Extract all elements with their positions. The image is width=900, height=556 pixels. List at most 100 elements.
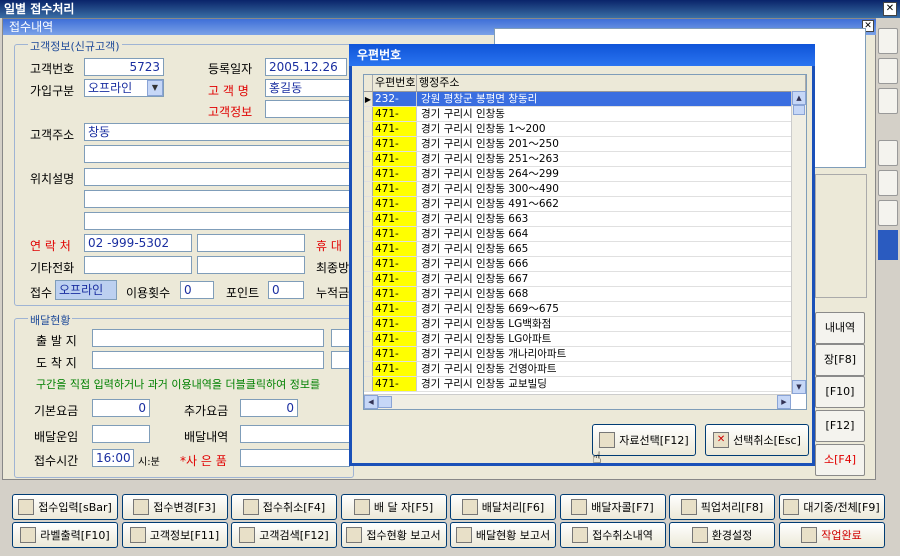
pointer-cursor-icon: ☝ (592, 448, 602, 467)
zip-address: 경기 구리시 인창동 666 (421, 258, 529, 270)
side-button-1[interactable] (878, 28, 898, 54)
fare-field[interactable] (92, 425, 150, 443)
right-button-1[interactable]: 내내역 (815, 312, 865, 344)
toolbar-button-6[interactable]: 배달자콜[F7] (559, 494, 666, 520)
staff-field[interactable] (240, 449, 350, 467)
toolbar-button-5[interactable]: 배달처리[F6] (450, 494, 556, 520)
toolbar-button-label: 고객정보[F11] (149, 529, 220, 542)
zip-row[interactable]: 471-837 경기 구리시 인창동 665 (364, 242, 806, 270)
zip-row[interactable]: 471-835 경기 구리시 인창동 663 (364, 212, 806, 240)
zip-row[interactable]: ▶232-925강원 평창군 봉평면 창동리 (364, 92, 806, 120)
location-field-2[interactable] (84, 190, 352, 208)
toolbar-button-8[interactable]: 대기중/전체[F9] (778, 494, 885, 520)
zip-row[interactable]: 471-839 경기 구리시 인창동 667 (364, 272, 806, 300)
process-icon (461, 499, 478, 515)
etc-phone-field-2[interactable] (197, 256, 305, 274)
toolbar-button[interactable]: 접수취소내역 (559, 522, 666, 548)
toolbar-button[interactable]: 배달현황 보고서 (450, 522, 556, 548)
select-data-button[interactable]: 자료선택[F12] (592, 424, 696, 456)
zip-row[interactable]: 471-833 경기 구리시 인창동 300～490 (364, 182, 806, 210)
location-field-1[interactable] (84, 168, 352, 186)
right-button-5[interactable]: 소[F4] (815, 444, 865, 476)
side-button-4[interactable] (878, 140, 898, 166)
hscroll-thumb[interactable] (378, 396, 392, 408)
zip-row[interactable]: 471-726 경기 구리시 인창동 개나리아파트 (364, 347, 806, 375)
zip-row[interactable]: 471-840 경기 구리시 인창동 668 (364, 287, 806, 315)
location-field-3[interactable] (84, 212, 352, 230)
zip-row[interactable]: 471-841 경기 구리시 인창동 669～675 (364, 302, 806, 330)
scroll-left-icon[interactable]: ◀ (364, 395, 378, 409)
side-scroll[interactable] (878, 230, 898, 260)
scroll-up-icon[interactable]: ▲ (792, 91, 806, 105)
scroll-right-icon[interactable]: ▶ (777, 395, 791, 409)
zip-row[interactable]: 471-832 경기 구리시 인창동 264～299 (364, 167, 806, 195)
zip-rows: ▶232-925강원 평창군 봉평면 창동리471-010경기 구리시 인창동4… (364, 92, 806, 405)
customer-info-field[interactable] (265, 100, 351, 118)
base-fee-field[interactable]: 0 (92, 399, 150, 417)
zip-row[interactable]: 471-830 경기 구리시 인창동 201～250 (364, 137, 806, 165)
toolbar-button-1[interactable]: 접수입력[sBar] (12, 494, 118, 520)
toolbar-button-label: 접수취소[F4] (262, 501, 326, 514)
contact-field[interactable]: 02 -999-5302 (84, 234, 192, 252)
contact-field-2[interactable] (197, 234, 305, 252)
customer-name-field[interactable]: 홍길동 (265, 79, 351, 97)
use-count-field[interactable]: 0 (180, 281, 214, 299)
delivery-detail-field[interactable] (240, 425, 350, 443)
col-zip[interactable]: 우편번호 (373, 75, 417, 91)
toolbar-button-label: 대기중/전체[F9] (803, 501, 880, 514)
toolbar-button[interactable]: 작업완료 (778, 522, 885, 548)
window-close-button[interactable]: ✕ (883, 2, 897, 16)
scroll-down-icon[interactable]: ▼ (792, 380, 806, 394)
side-button-2[interactable] (878, 58, 898, 84)
toolbar-button-2[interactable]: 접수변경[F3] (121, 494, 228, 520)
zip-row[interactable]: 471-010 경기 구리시 인창동 (364, 107, 806, 135)
side-button-3[interactable] (878, 88, 898, 114)
receipt-time-field[interactable]: 16:00 (92, 449, 134, 467)
side-button-6[interactable] (878, 200, 898, 226)
zip-row[interactable]: 471-831 경기 구리시 인창동 251～263 (364, 152, 806, 180)
toolbar-button-1[interactable]: 라벨출력[F10] (12, 522, 118, 548)
zip-row[interactable]: 471-834 경기 구리시 인창동 491～662 (364, 197, 806, 225)
reg-date-field[interactable]: 2005.12.26 (265, 58, 347, 76)
address-label: 고객주소 (30, 128, 75, 142)
toolbar-button[interactable]: 환경설정 (669, 522, 775, 548)
etc-phone-field[interactable] (84, 256, 192, 274)
col-address[interactable]: 행정주소 (417, 75, 806, 91)
right-button-3[interactable]: [F10] (815, 376, 865, 408)
extra-fee-field[interactable]: 0 (240, 399, 298, 417)
vscroll-thumb[interactable] (793, 105, 805, 115)
zip-row[interactable]: 471-746 경기 구리시 인창동 LG아파트 (364, 332, 806, 360)
toolbar-button-4[interactable]: 배 달 자[F5] (340, 494, 447, 520)
customer-id-field[interactable]: 5723 (84, 58, 164, 76)
delivery-detail-label: 배달내역 (184, 430, 229, 444)
right-button-4[interactable]: [F12] (815, 410, 865, 442)
toolbar-button[interactable]: 접수현황 보고서 (340, 522, 447, 548)
zip-grid[interactable]: 우편번호 행정주소 ▶232-925강원 평창군 봉평면 창동리471-010경… (363, 74, 807, 410)
destination-field-2[interactable] (331, 351, 351, 369)
zip-row[interactable]: 471-829 경기 구리시 인창동 1～200 (364, 122, 806, 150)
zip-row[interactable]: 471-836 경기 구리시 인창동 664 (364, 227, 806, 255)
side-button-5[interactable] (878, 170, 898, 196)
toolbar-button-7[interactable]: 픽업처리[F8] (669, 494, 775, 520)
address-field-2[interactable] (84, 145, 352, 163)
toolbar-button-2[interactable]: 고객정보[F11] (121, 522, 228, 548)
point-field[interactable]: 0 (268, 281, 304, 299)
origin-field-2[interactable] (331, 329, 351, 347)
zip-hscrollbar[interactable]: ◀ ▶ (364, 394, 791, 409)
zip-row[interactable]: 471-727 경기 구리시 인창동 건영아파트 (364, 362, 806, 390)
row-indicator (364, 287, 373, 301)
origin-field[interactable] (92, 329, 324, 347)
zip-row[interactable]: 471-712 경기 구리시 인창동 LG백화점 (364, 317, 806, 345)
zip-row[interactable]: 471-838 경기 구리시 인창동 666 (364, 257, 806, 285)
list-icon (783, 499, 800, 515)
toolbar-button-3[interactable]: 접수취소[F4] (231, 494, 337, 520)
chevron-down-icon[interactable]: ▼ (147, 80, 163, 96)
destination-field[interactable] (92, 351, 324, 369)
toolbar-button-3[interactable]: 고객검색[F12] (231, 522, 337, 548)
cancel-select-button[interactable]: ✕ 선택취소[Esc] (705, 424, 809, 456)
reg-date-label: 등록일자 (208, 62, 253, 76)
zip-row[interactable]: 471-747 경기 구리시 인창동 교보빌딩 (364, 377, 806, 405)
address-field[interactable]: 창동 (84, 123, 352, 141)
right-button-2[interactable]: 장[F8] (815, 344, 865, 376)
zip-vscrollbar[interactable]: ▲ ▼ (791, 91, 806, 394)
